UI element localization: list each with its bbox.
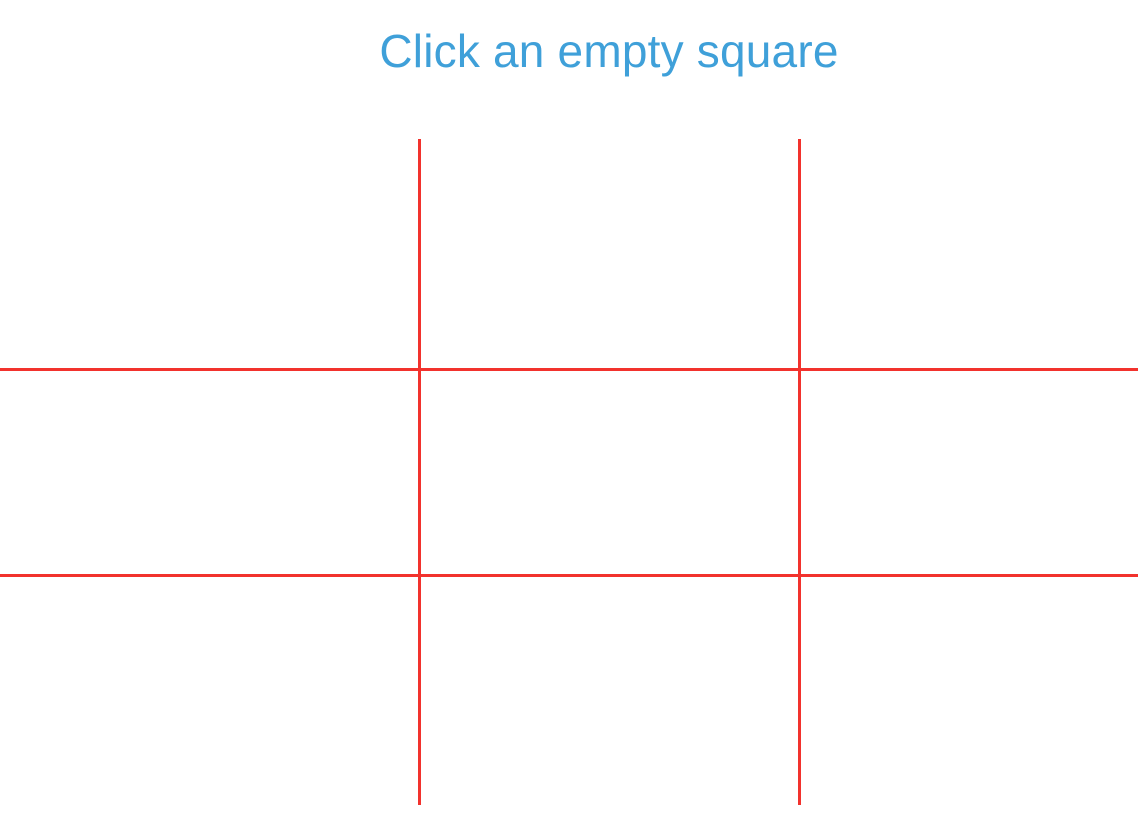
board-cell-5[interactable] [421, 371, 798, 574]
board-cell-6[interactable] [801, 371, 1138, 574]
grid-line-vertical-left [418, 139, 421, 805]
grid-line-horizontal-bottom [0, 574, 1138, 577]
board-cell-2[interactable] [421, 139, 798, 368]
board-cell-9[interactable] [801, 577, 1138, 805]
grid-line-horizontal-top [0, 368, 1138, 371]
board-cell-7[interactable] [0, 577, 418, 805]
grid-line-vertical-right [798, 139, 801, 805]
board-cell-8[interactable] [421, 577, 798, 805]
board-cell-3[interactable] [801, 139, 1138, 368]
board-cell-1[interactable] [0, 139, 418, 368]
status-message: Click an empty square [379, 25, 839, 77]
board-cell-4[interactable] [0, 371, 418, 574]
game-board [0, 139, 1138, 805]
